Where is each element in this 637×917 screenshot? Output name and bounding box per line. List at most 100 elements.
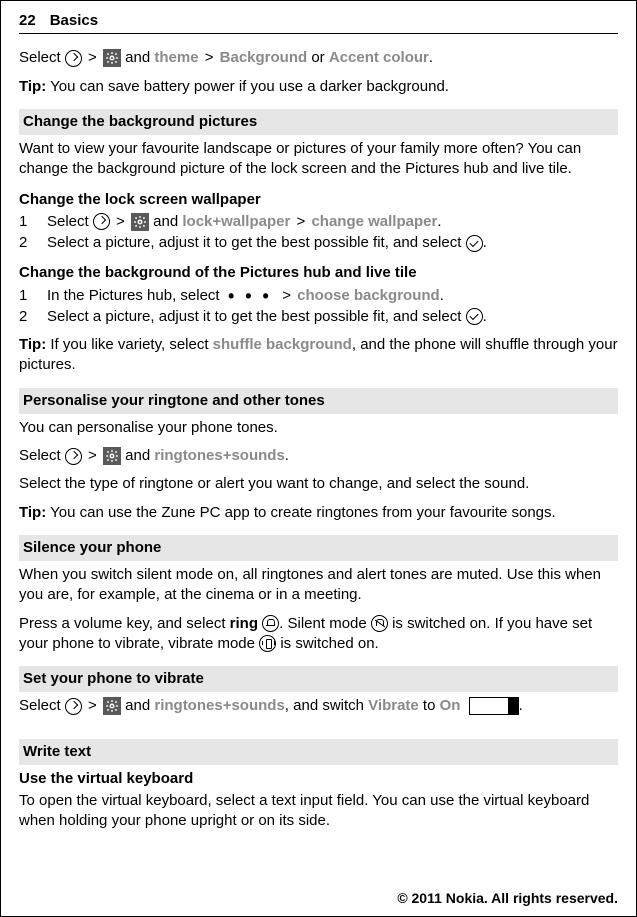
gear-icon: [131, 213, 149, 231]
step-number: 1: [19, 212, 29, 232]
label-and: and: [125, 697, 150, 714]
step-content: In the Pictures hub, select • • • > choo…: [47, 286, 444, 306]
link-ringtones-sounds: ringtones+sounds: [154, 447, 284, 464]
step-number: 2: [19, 233, 29, 253]
arrow-circle-icon: [65, 50, 82, 67]
subsection-pictures-hub: Change the background of the Pictures hu…: [19, 263, 618, 283]
vibrate-instruction: Select > and ringtones+sounds, and switc…: [19, 696, 618, 716]
arrow-circle-icon: [65, 698, 82, 715]
step-content: Select a picture, adjust it to get the b…: [47, 307, 487, 327]
label-select: Select: [19, 447, 61, 464]
ringtone-desc: You can personalise your phone tones.: [19, 418, 618, 438]
link-shuffle-background: shuffle background: [213, 336, 352, 353]
section-bar-silence: Silence your phone: [19, 535, 618, 561]
theme-instruction: Select > and theme > Background or Accen…: [19, 48, 618, 68]
link-theme: theme: [154, 49, 198, 66]
label-and: and: [125, 49, 150, 66]
link-choose-background: choose background: [297, 287, 440, 304]
tip-label: Tip:: [19, 336, 46, 353]
gt-separator: >: [205, 49, 214, 66]
page-header: 22 Basics: [19, 11, 618, 34]
text-a: Press a volume key, and select: [19, 615, 230, 632]
gear-icon: [103, 697, 121, 715]
tip-battery: Tip: You can save battery power if you u…: [19, 77, 618, 97]
text-d: is switched on.: [280, 635, 378, 652]
step-text: Select a picture, adjust it to get the b…: [47, 308, 461, 325]
label-and: and: [153, 213, 178, 230]
gt-separator: >: [88, 447, 97, 464]
page-number: 22: [19, 11, 36, 31]
period: .: [483, 308, 487, 325]
check-circle-icon: [466, 308, 483, 325]
pictures-hub-steps: 1 In the Pictures hub, select • • • > ch…: [19, 286, 618, 328]
period: .: [429, 49, 433, 66]
period: .: [483, 234, 487, 251]
bg-pictures-desc: Want to view your favourite landscape or…: [19, 139, 618, 180]
step-content: Select a picture, adjust it to get the b…: [47, 233, 487, 253]
label-or: or: [311, 49, 324, 66]
tip-text: You can save battery power if you use a …: [46, 78, 449, 95]
label-vibrate: Vibrate: [368, 697, 419, 714]
step-row: 1 In the Pictures hub, select • • • > ch…: [19, 286, 618, 306]
gt-separator: >: [116, 213, 125, 230]
label-select: Select: [19, 49, 61, 66]
tip-label: Tip:: [19, 78, 46, 95]
virtual-keyboard-desc: To open the virtual keyboard, select a t…: [19, 791, 618, 832]
silent-mode-icon: [371, 615, 388, 632]
label-on: On: [440, 697, 461, 714]
step-content: Select > and lock+wallpaper > change wal…: [47, 212, 441, 232]
section-bar-write-text: Write text: [19, 739, 618, 765]
step-row: 2 Select a picture, adjust it to get the…: [19, 233, 618, 253]
vibrate-mode-icon: [259, 635, 276, 652]
step-number: 1: [19, 286, 29, 306]
gt-separator: >: [88, 49, 97, 66]
step-number: 2: [19, 307, 29, 327]
link-background: Background: [220, 49, 308, 66]
ring-bell-icon: [262, 615, 279, 632]
subsection-lockscreen: Change the lock screen wallpaper: [19, 190, 618, 210]
link-accent-colour: Accent colour: [329, 49, 429, 66]
tip-zune: Tip: You can use the Zune PC app to crea…: [19, 503, 618, 523]
tip-shuffle: Tip: If you like variety, select shuffle…: [19, 335, 618, 376]
silence-instruction: Press a volume key, and select ring . Si…: [19, 614, 618, 655]
label-select: Select: [19, 697, 61, 714]
tip-text: You can use the Zune PC app to create ri…: [46, 504, 555, 521]
toggle-on-icon: [469, 697, 519, 715]
arrow-circle-icon: [65, 448, 82, 465]
ringtone-select: Select > and ringtones+sounds.: [19, 446, 618, 466]
silence-desc: When you switch silent mode on, all ring…: [19, 565, 618, 606]
step-text: Select a picture, adjust it to get the b…: [47, 234, 461, 251]
section-bar-vibrate: Set your phone to vibrate: [19, 666, 618, 692]
step-row: 2 Select a picture, adjust it to get the…: [19, 307, 618, 327]
link-ringtones-sounds: ringtones+sounds: [154, 697, 284, 714]
page-title: Basics: [50, 11, 98, 31]
text-b: . Silent mode: [279, 615, 367, 632]
ringtone-line2: Select the type of ringtone or alert you…: [19, 474, 618, 494]
period: .: [285, 447, 289, 464]
gear-icon: [103, 447, 121, 465]
text-switch: , and switch: [285, 697, 368, 714]
gt-separator: >: [297, 213, 306, 230]
text-to: to: [419, 697, 440, 714]
gt-separator: >: [88, 697, 97, 714]
tip-label: Tip:: [19, 504, 46, 521]
period: .: [437, 213, 441, 230]
check-circle-icon: [466, 235, 483, 252]
step-row: 1 Select > and lock+wallpaper > change w…: [19, 212, 618, 232]
gt-separator: >: [282, 287, 291, 304]
step-text: In the Pictures hub, select: [47, 287, 220, 304]
gear-icon: [103, 49, 121, 67]
period: .: [440, 287, 444, 304]
lockscreen-steps: 1 Select > and lock+wallpaper > change w…: [19, 212, 618, 254]
label-select: Select: [47, 213, 89, 230]
link-change-wallpaper: change wallpaper: [311, 213, 437, 230]
section-bar-bg-pictures: Change the background pictures: [19, 109, 618, 135]
copyright-footer: © 2011 Nokia. All rights reserved.: [397, 889, 618, 908]
period: .: [519, 697, 523, 714]
label-and: and: [125, 447, 150, 464]
arrow-circle-icon: [93, 213, 110, 230]
subsection-virtual-keyboard: Use the virtual keyboard: [19, 769, 618, 789]
label-ring: ring: [230, 615, 258, 632]
link-lock-wallpaper: lock+wallpaper: [182, 213, 290, 230]
tip-text-a: If you like variety, select: [46, 336, 212, 353]
